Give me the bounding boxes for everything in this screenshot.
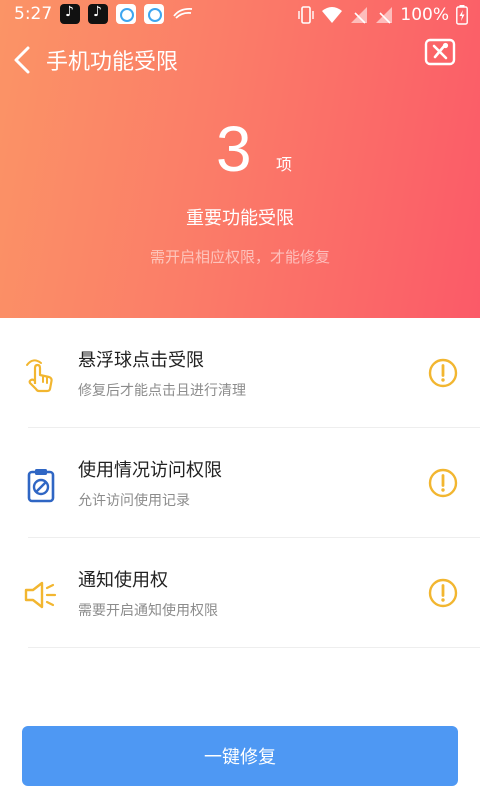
- list-item[interactable]: 使用情况访问权限 允许访问使用记录: [0, 428, 480, 538]
- warning-icon: [428, 468, 458, 498]
- item-title: 使用情况访问权限: [78, 460, 222, 481]
- item-desc: 允许访问使用记录: [78, 493, 190, 509]
- headline: 重要功能受限: [186, 208, 294, 229]
- item-desc: 需要开启通知使用权限: [78, 603, 218, 619]
- list-item[interactable]: 悬浮球点击受限 修复后才能点击且进行清理: [0, 318, 480, 428]
- item-title: 通知使用权: [78, 570, 168, 591]
- page-title: 手机功能受限: [46, 50, 179, 75]
- warning-icon: [428, 578, 458, 608]
- battery-percent: 100%: [400, 5, 449, 25]
- back-arrow-icon[interactable]: [10, 44, 36, 76]
- swoosh-icon: [173, 7, 193, 19]
- one-click-fix-button[interactable]: 一键修复: [22, 726, 458, 786]
- clipboard-block-icon: [27, 469, 55, 503]
- vibrate-icon: [298, 6, 315, 24]
- hand-tap-icon: [26, 359, 53, 393]
- browser-icon: [116, 4, 136, 24]
- restricted-count: 3: [216, 113, 252, 185]
- header: 5:27 ♪ ♪ 100% 手机功能受限 3 项 重要功能受限 需开启相应权限，…: [0, 0, 480, 318]
- status-time: 5:27: [14, 4, 53, 24]
- status-right: 100%: [298, 4, 468, 26]
- signal-off-icon: [351, 7, 368, 24]
- list-item[interactable]: 通知使用权 需要开启通知使用权限: [0, 538, 480, 648]
- status-bar: 5:27 ♪ ♪ 100%: [0, 0, 480, 30]
- restriction-list: 悬浮球点击受限 修复后才能点击且进行清理 使用情况访问权限 允许访问使用记录 通…: [0, 318, 480, 648]
- tools-icon[interactable]: [424, 38, 456, 66]
- tiktok-icon: [60, 4, 80, 24]
- battery-charging-icon: [456, 5, 468, 25]
- screen: 5:27 ♪ ♪ 100% 手机功能受限 3 项 重要功能受限 需开启相应权限，…: [0, 0, 480, 800]
- signal-off-icon: [376, 7, 393, 24]
- tiktok-icon: [88, 4, 108, 24]
- item-desc: 修复后才能点击且进行清理: [78, 383, 246, 399]
- warning-icon: [428, 358, 458, 388]
- speaker-icon: [24, 581, 57, 609]
- item-title: 悬浮球点击受限: [78, 350, 204, 371]
- subline: 需开启相应权限，才能修复: [149, 248, 330, 266]
- count-unit: 项: [276, 155, 293, 174]
- browser-icon: [144, 4, 164, 24]
- wifi-icon: [322, 7, 343, 23]
